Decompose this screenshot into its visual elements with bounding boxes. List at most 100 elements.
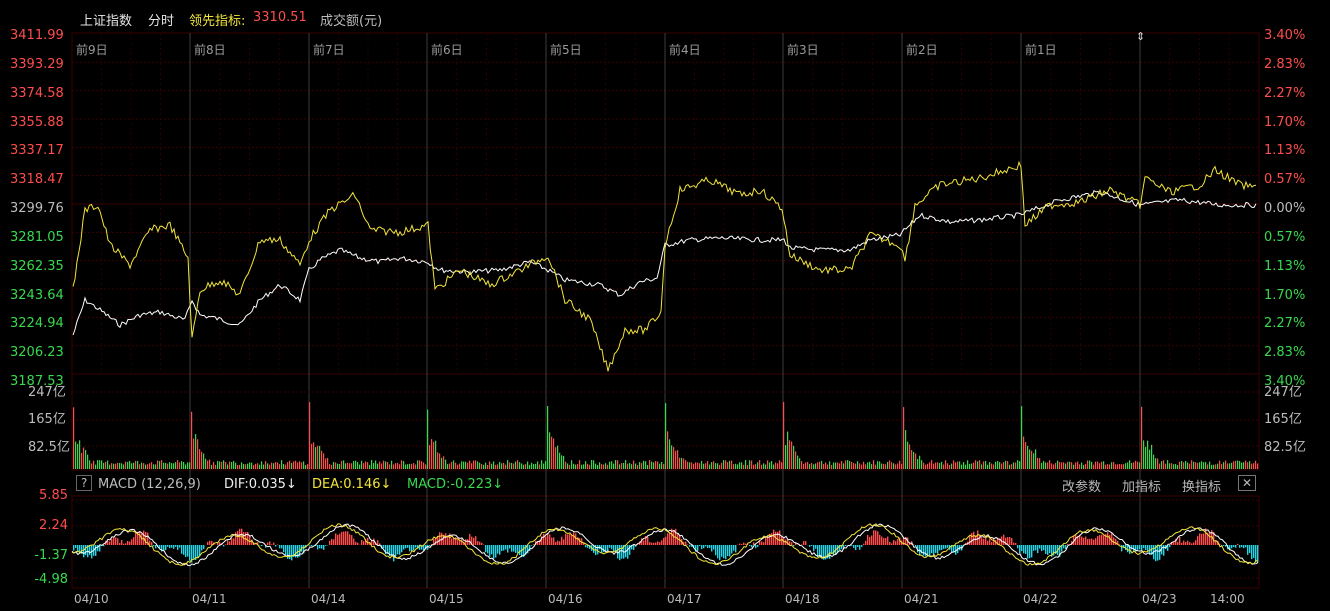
volume-bar [557, 445, 559, 469]
macd-bar [657, 541, 659, 545]
macd-bar [749, 545, 751, 547]
volume-bar [1155, 458, 1157, 469]
macd-bar [613, 545, 615, 552]
macd-bar [735, 545, 737, 553]
macd-bar [605, 545, 607, 552]
volume-bar [591, 460, 593, 469]
volume-bar [265, 461, 267, 469]
cursor-marker-icon[interactable]: ⇕ [1136, 30, 1145, 43]
volume-bar [985, 460, 987, 469]
macd-bar [233, 538, 235, 545]
macd-bar [563, 539, 565, 545]
volume-bar [253, 464, 255, 469]
volume-bar [1075, 462, 1077, 469]
volume-bar [763, 463, 765, 469]
macd-bar [869, 536, 871, 545]
volume-bar [685, 460, 687, 469]
macd-bar [607, 545, 609, 551]
volume-bar [651, 461, 653, 469]
macd-bar [977, 530, 979, 545]
volume-bar [813, 464, 815, 469]
volume-bar [1071, 462, 1073, 469]
macd-bar [285, 545, 287, 556]
volume-bar [749, 460, 751, 469]
volume-bar [119, 462, 121, 469]
macd-bar [865, 540, 867, 545]
volume-bar [729, 460, 731, 469]
volume-bar [1011, 464, 1013, 469]
volume-bar [791, 441, 793, 469]
volume-bar [327, 457, 329, 469]
volume-bar [919, 455, 921, 469]
volume-bar [773, 464, 775, 469]
volume-bar [955, 462, 957, 469]
volume-bar [199, 449, 201, 469]
volume-bar [439, 453, 441, 469]
volume-bar [515, 461, 517, 469]
volume-bar [681, 457, 683, 469]
macd-bar [1099, 535, 1101, 545]
volume-bar [139, 464, 141, 469]
volume-bar [811, 462, 813, 469]
volume-bar [135, 460, 137, 469]
percent-label: 1.13% [1264, 143, 1306, 159]
volume-bar [913, 451, 915, 469]
date-label: 04/23 [1142, 592, 1177, 606]
volume-bar [293, 461, 295, 469]
macd-bar [1169, 545, 1171, 548]
close-icon[interactable]: ✕ [1238, 475, 1257, 491]
macd-bar [573, 532, 575, 545]
volume-bar [569, 464, 571, 469]
volume-bar [751, 460, 753, 469]
macd-bar [445, 533, 447, 545]
volume-bar [1149, 449, 1151, 469]
macd-bar [405, 545, 407, 549]
volume-bar [227, 464, 229, 469]
macd-bar [131, 539, 133, 545]
macd-bar [189, 545, 191, 561]
volume-bar [737, 464, 739, 469]
day-label: 前7日 [313, 43, 345, 57]
volume-bar [1087, 460, 1089, 469]
macd-bar [1041, 545, 1043, 552]
volume-bar [617, 460, 619, 469]
volume-bar [91, 463, 93, 469]
volume-bar [467, 462, 469, 469]
volume-bar [537, 461, 539, 469]
switch-indicator-button[interactable]: 换指标 [1182, 476, 1221, 495]
macd-bar [751, 545, 753, 548]
volume-bar [865, 464, 867, 469]
macd-name[interactable]: MACD (12,26,9) [98, 477, 201, 492]
volume-bar [1023, 436, 1025, 469]
macd-bar [981, 537, 983, 545]
intraday-chart[interactable] [0, 0, 1330, 611]
volume-bar [507, 460, 509, 469]
volume-bar [1239, 460, 1241, 469]
volume-bar [1103, 461, 1105, 469]
macd-bar [231, 538, 233, 545]
help-icon[interactable]: ? [76, 475, 93, 491]
volume-bar [1057, 460, 1059, 469]
macd-bar [1159, 545, 1161, 560]
volume-bar [273, 463, 275, 469]
volume-bar [193, 438, 195, 469]
macd-bar [1253, 545, 1255, 558]
macd-bar [1183, 540, 1185, 545]
add-indicator-button[interactable]: 加指标 [1122, 476, 1161, 495]
volume-bar [101, 460, 103, 469]
macd-bar [855, 545, 857, 551]
macd-bar [723, 545, 725, 559]
volume-bar [843, 463, 845, 469]
volume-bar [1081, 462, 1083, 469]
macd-axis-label: -4.98 [34, 572, 68, 587]
macd-bar [739, 543, 741, 545]
volume-bar [739, 462, 741, 469]
volume-bar [567, 463, 569, 469]
change-params-button[interactable]: 改参数 [1062, 476, 1101, 495]
volume-bar [1157, 458, 1159, 469]
volume-bar [485, 462, 487, 469]
macd-bar [889, 541, 891, 545]
volume-bar [1223, 462, 1225, 469]
volume-bar [923, 462, 925, 469]
macd-bar [709, 545, 711, 548]
